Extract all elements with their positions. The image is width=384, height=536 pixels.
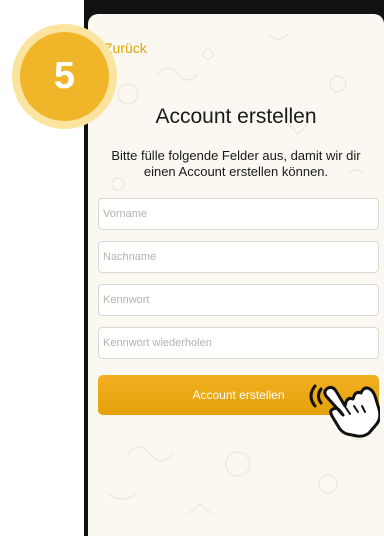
step-number: 5	[20, 32, 109, 121]
password-repeat-input[interactable]	[98, 327, 379, 359]
step-badge: 5	[12, 24, 117, 129]
first-name-input[interactable]	[98, 198, 379, 230]
tutorial-stage: Zurück Account erstellen Bitte fülle fol…	[0, 0, 384, 536]
app-screen: Zurück Account erstellen Bitte fülle fol…	[88, 14, 384, 536]
screen-title: Account erstellen	[155, 105, 317, 128]
password-input[interactable]	[98, 284, 379, 316]
screen-subtitle: Bitte fülle folgende Felder aus, damit w…	[111, 148, 361, 179]
last-name-input[interactable]	[98, 241, 379, 273]
tap-hand-icon	[309, 384, 380, 438]
doodle-background	[107, 33, 365, 515]
